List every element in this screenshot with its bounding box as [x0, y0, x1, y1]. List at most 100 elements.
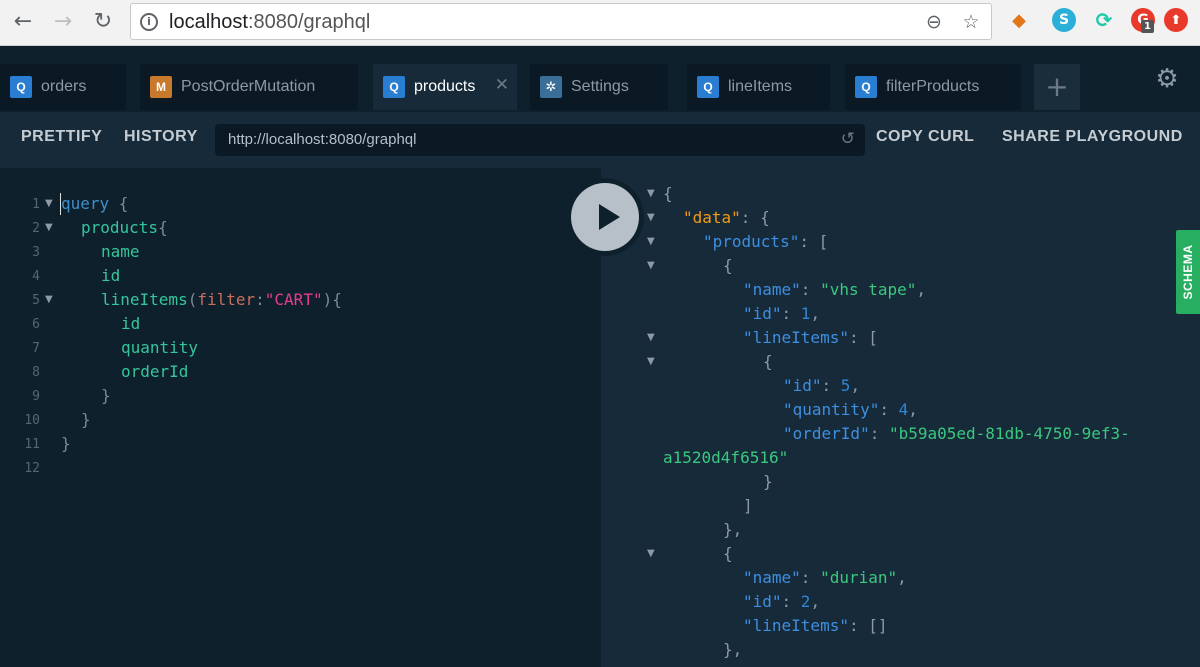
json-string: "b59a05ed-81db-4750-9ef3-: [888, 424, 1130, 443]
line-number: 3: [32, 245, 40, 260]
json-string: "durian": [820, 568, 898, 587]
endpoint-input[interactable]: http://localhost:8080/graphql ↺: [215, 124, 865, 156]
tab-label: orders: [41, 78, 87, 95]
code-line: orderId: [121, 362, 188, 381]
address-url[interactable]: localhost:8080/graphql: [169, 11, 370, 34]
json-key: "name": [743, 280, 801, 299]
bookmark-star-icon[interactable]: ☆: [960, 11, 982, 33]
fold-arrow-icon[interactable]: ▼: [647, 260, 655, 271]
fold-arrow-icon[interactable]: ▼: [647, 548, 655, 559]
info-icon[interactable]: i: [140, 13, 158, 31]
fold-arrow-icon[interactable]: ▼: [647, 236, 655, 247]
query-tag: Q: [855, 76, 877, 98]
tab-label: filterProducts: [886, 78, 980, 95]
line-number: 9: [32, 389, 40, 404]
code-line: id: [101, 266, 120, 285]
reset-endpoint-icon[interactable]: ↺: [841, 129, 855, 149]
g-extension-icon[interactable]: G1: [1131, 8, 1155, 33]
fold-arrow-icon[interactable]: ▼: [647, 188, 655, 199]
tab-label: PostOrderMutation: [181, 78, 316, 95]
punctuation: (: [187, 290, 198, 309]
line-number: 5: [32, 293, 40, 308]
field-name: products: [81, 218, 159, 237]
json-number: 1: [800, 304, 811, 323]
address-bar[interactable]: i localhost:8080/graphql ⊖ ☆: [130, 3, 992, 40]
tab-post-order-mutation[interactable]: M PostOrderMutation: [140, 64, 358, 110]
upload-extension-icon[interactable]: ⬆: [1164, 8, 1188, 32]
json-line: },: [723, 520, 743, 539]
tab-orders[interactable]: Q orders: [0, 64, 126, 110]
code-line: id: [121, 314, 140, 333]
fold-arrow-icon[interactable]: ▼: [45, 222, 53, 233]
query-tag: Q: [697, 76, 719, 98]
fold-arrow-icon[interactable]: ▼: [45, 294, 53, 305]
line-number: 11: [24, 437, 40, 452]
json-line: },: [723, 640, 743, 659]
copy-curl-button[interactable]: COPY CURL: [876, 128, 974, 146]
punctuation: ){: [322, 290, 342, 309]
json-string: "vhs tape": [820, 280, 917, 299]
json-line: ]: [743, 496, 753, 515]
tab-filter-products[interactable]: Q filterProducts: [845, 64, 1021, 110]
zoom-icon[interactable]: ⊖: [923, 11, 945, 33]
close-tab-icon[interactable]: ✕: [495, 75, 509, 95]
query-tag: Q: [383, 76, 405, 98]
tab-label: products: [414, 78, 476, 95]
sync-extension-icon[interactable]: ⟳: [1092, 8, 1116, 32]
tab-label: Settings: [571, 78, 629, 95]
query-keyword: query: [61, 194, 110, 213]
json-line: {: [663, 184, 673, 203]
fold-arrow-icon[interactable]: ▼: [45, 198, 53, 209]
reload-icon[interactable]: ↻: [88, 6, 118, 36]
back-arrow-icon[interactable]: ←: [8, 6, 38, 36]
tab-settings[interactable]: ✲ Settings: [530, 64, 668, 110]
json-line: "id": 1,: [743, 304, 821, 323]
schema-tab[interactable]: SCHEMA: [1176, 230, 1200, 314]
tab-label: lineItems: [728, 78, 793, 95]
punctuation: }: [101, 386, 111, 405]
play-button-circle: [571, 183, 639, 251]
extension-badge: 1: [1141, 20, 1154, 33]
add-tab-button[interactable]: +: [1034, 64, 1080, 110]
json-key: "id": [743, 592, 782, 611]
punctuation: {: [158, 218, 168, 237]
s-extension-icon[interactable]: S: [1052, 8, 1076, 32]
code-line: products{: [81, 218, 168, 237]
query-tag: Q: [10, 76, 32, 98]
execute-query-button[interactable]: [566, 178, 644, 256]
json-line: "quantity": 4,: [783, 400, 918, 419]
line-number: 8: [32, 365, 40, 380]
tab-line-items[interactable]: Q lineItems: [687, 64, 830, 110]
json-line: "products": [: [703, 232, 829, 251]
punctuation: :: [255, 290, 265, 309]
line-number: 2: [32, 221, 40, 236]
code-line: }: [61, 434, 71, 453]
line-number: 1: [32, 197, 40, 212]
history-button[interactable]: HISTORY: [124, 128, 198, 146]
code-line: lineItems(filter:"CART"){: [101, 290, 342, 309]
share-playground-button[interactable]: SHARE PLAYGROUND: [1002, 128, 1183, 146]
query-editor[interactable]: 1 2 3 4 5 6 7 8 9 10 11 12 ▼ ▼ ▼ query {…: [0, 168, 601, 667]
prettify-button[interactable]: PRETTIFY: [21, 128, 102, 146]
punctuation: {: [663, 184, 673, 203]
line-number: 10: [24, 413, 40, 428]
json-key: "lineItems": [743, 616, 849, 635]
json-line: {: [723, 544, 733, 563]
fold-arrow-icon[interactable]: ▼: [647, 332, 655, 343]
schema-label: SCHEMA: [1181, 244, 1195, 300]
fold-arrow-icon[interactable]: ▼: [647, 356, 655, 367]
line-number: 6: [32, 317, 40, 332]
argument-value: "CART": [264, 290, 323, 309]
tab-products[interactable]: Q products ✕: [373, 64, 517, 110]
forward-arrow-icon[interactable]: →: [48, 6, 78, 36]
fold-arrow-icon[interactable]: ▼: [647, 212, 655, 223]
field-name: lineItems: [101, 290, 188, 309]
json-number: 2: [800, 592, 811, 611]
code-line: }: [101, 386, 111, 405]
mutation-tag: M: [150, 76, 172, 98]
metamask-fox-icon[interactable]: ◆: [1007, 8, 1031, 32]
json-string: a1520d4f6516": [663, 448, 789, 467]
code-line: }: [81, 410, 91, 429]
line-number: 4: [32, 269, 40, 284]
settings-gear-icon[interactable]: ⚙: [1152, 64, 1182, 94]
